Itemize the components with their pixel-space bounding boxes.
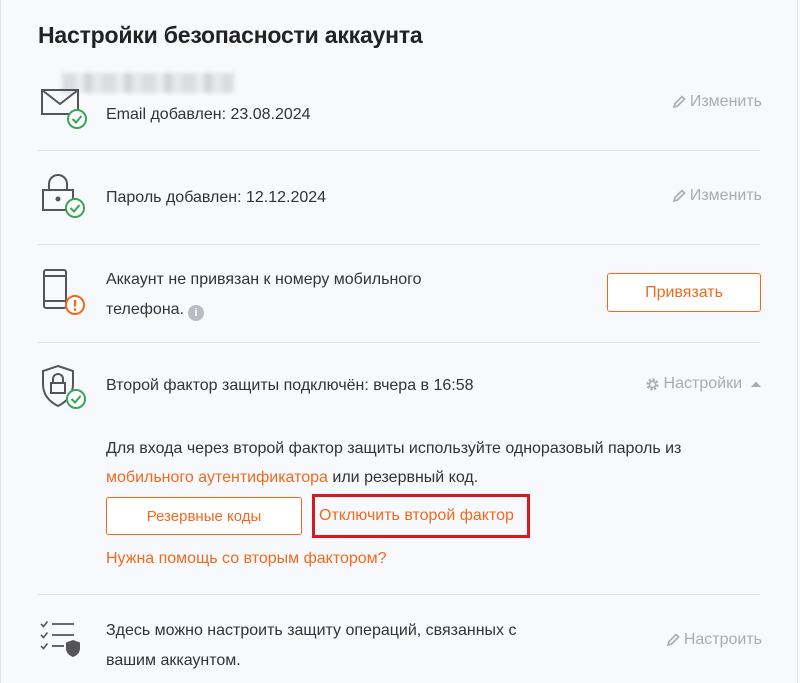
- twofa-settings-label: Настройки: [663, 375, 742, 392]
- password-change-link[interactable]: Изменить: [672, 187, 762, 205]
- twofa-description: Для входа через второй фактор защиты исп…: [106, 438, 746, 489]
- gear-icon: [645, 377, 659, 391]
- phone-warning-icon: [40, 268, 90, 323]
- divider: [38, 342, 760, 343]
- operations-setup-label: Настроить: [683, 631, 762, 648]
- checklist-shield-icon: [40, 620, 82, 665]
- divider: [38, 244, 760, 245]
- password-verified-icon: [40, 174, 90, 227]
- email-change-link[interactable]: Изменить: [672, 93, 762, 111]
- backup-codes-button[interactable]: Резервные коды: [106, 497, 302, 535]
- twofa-help-link[interactable]: Нужна помощь со вторым фактором?: [106, 550, 387, 568]
- shield-verified-icon: [40, 364, 90, 419]
- pencil-icon: [666, 633, 680, 647]
- operations-text: Здесь можно настроить защиту операций, с…: [106, 620, 517, 672]
- email-status: Email добавлен: 23.08.2024: [106, 106, 311, 123]
- phone-status-line1: Аккаунт не привязан к номеру мобильного: [106, 271, 422, 288]
- email-verified-icon: [40, 88, 90, 137]
- twofa-status: Второй фактор защиты подключён: вчера в …: [106, 377, 474, 394]
- pencil-icon: [672, 189, 686, 203]
- twofa-desc-line2: или резервный код.: [332, 469, 479, 486]
- link-phone-button[interactable]: Привязать: [607, 273, 761, 312]
- divider: [38, 594, 760, 595]
- pencil-icon: [672, 95, 686, 109]
- operations-text-line1: Здесь можно настроить защиту операций, с…: [106, 622, 517, 639]
- info-icon[interactable]: i: [188, 305, 204, 321]
- operations-text-line2: вашим аккаунтом.: [106, 652, 241, 669]
- operations-setup-link[interactable]: Настроить: [666, 631, 762, 649]
- password-change-label: Изменить: [689, 187, 762, 204]
- phone-status-line2: телефона.: [106, 301, 184, 318]
- divider: [38, 150, 760, 151]
- authenticator-link[interactable]: мобильного аутентификатора: [106, 469, 328, 486]
- caret-up-icon: [751, 381, 761, 387]
- twofa-settings-toggle[interactable]: Настройки: [645, 375, 762, 393]
- phone-status: Аккаунт не привязан к номеру мобильного …: [106, 269, 422, 321]
- email-change-label: Изменить: [689, 93, 762, 110]
- twofa-desc-line1: Для входа через второй фактор защиты исп…: [106, 440, 682, 457]
- disable-twofa-link[interactable]: Отключить второй фактор: [319, 507, 514, 525]
- page-title: Настройки безопасности аккаунта: [38, 22, 423, 48]
- password-status: Пароль добавлен: 12.12.2024: [106, 189, 327, 206]
